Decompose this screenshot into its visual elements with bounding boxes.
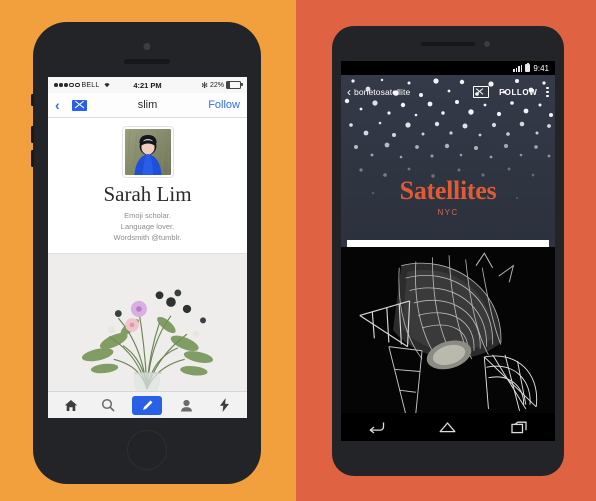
blog-title-block: Satellites NYC — [341, 176, 555, 218]
home-icon[interactable] — [58, 396, 84, 414]
bio-line-3: Wordsmith @tumblr. — [113, 232, 182, 242]
envelope-icon[interactable] — [473, 86, 490, 98]
android-earpiece-speaker — [421, 42, 475, 46]
signal-bars-icon — [513, 64, 523, 72]
ios-tab-bar — [48, 391, 247, 418]
battery-percent-label: 22% — [209, 81, 224, 89]
bio-line-1: Emoji scholar. — [124, 211, 171, 220]
overflow-menu-icon[interactable] — [546, 86, 549, 98]
android-status-bar: 9:41 — [341, 61, 555, 75]
iphone-earpiece-speaker — [124, 59, 170, 64]
ios-status-right: ✻ 22% — [201, 80, 243, 90]
blog-name-label: bonetosatellite — [354, 87, 411, 97]
follow-button[interactable]: FOLLOW — [499, 88, 537, 97]
ios-nav-bar: ‹ slim Follow — [48, 93, 247, 118]
back-arrow-icon[interactable] — [362, 418, 392, 436]
flower-bouquet-image — [48, 253, 247, 391]
ios-profile-block: Sarah Lim Emoji scholar. Language lover.… — [48, 118, 247, 253]
android-blog-header: ‹ bonetosatellite FOLLOW Satellites NYC — [341, 75, 555, 240]
android-action-bar: ‹ bonetosatellite FOLLOW — [341, 83, 555, 101]
post-photo-telescope[interactable] — [341, 247, 555, 413]
blog-subtitle: NYC — [437, 208, 459, 217]
person-icon[interactable] — [174, 396, 200, 414]
bio-line-2: Language lover. — [120, 221, 175, 231]
android-front-camera — [484, 41, 490, 47]
iphone-home-button[interactable] — [127, 430, 167, 470]
search-icon[interactable] — [95, 396, 121, 414]
blog-title: Satellites — [399, 176, 497, 205]
profile-name: Sarah Lim — [103, 182, 192, 206]
battery-icon — [525, 62, 531, 72]
follow-button[interactable]: Follow — [208, 99, 240, 111]
iphone-volume-down-button[interactable] — [31, 150, 34, 167]
radio-telescope-image — [341, 247, 555, 413]
android-screen: 9:41 ‹ bonetosatellite FOLLOW Satellites… — [341, 61, 555, 441]
recents-squares-icon[interactable] — [504, 418, 534, 436]
iphone-front-camera — [143, 43, 151, 50]
iphone-screen: BELL 4:21 PM ✻ 22% ‹ slim Follow Sarah L… — [48, 77, 247, 418]
avatar[interactable] — [122, 127, 173, 177]
iphone-silent-switch[interactable] — [31, 94, 34, 106]
post-photo-flowers[interactable] — [48, 252, 247, 391]
battery-icon — [226, 80, 243, 90]
lightning-bolt-icon[interactable] — [211, 396, 237, 414]
bluetooth-icon: ✻ — [201, 80, 208, 90]
android-clock: 9:41 — [533, 63, 549, 73]
home-outline-icon[interactable] — [433, 418, 463, 436]
profile-bio: Emoji scholar. Language lover. Wordsmith… — [48, 211, 247, 253]
pencil-icon[interactable] — [132, 395, 163, 415]
android-nav-bar — [341, 413, 555, 441]
screenshot-stage: BELL 4:21 PM ✻ 22% ‹ slim Follow Sarah L… — [0, 0, 596, 501]
post-top-divider — [341, 240, 555, 247]
ios-status-bar: BELL 4:21 PM ✻ 22% — [48, 77, 247, 93]
iphone-volume-up-button[interactable] — [31, 126, 34, 143]
back-chevron-icon[interactable]: ‹ — [347, 86, 351, 98]
